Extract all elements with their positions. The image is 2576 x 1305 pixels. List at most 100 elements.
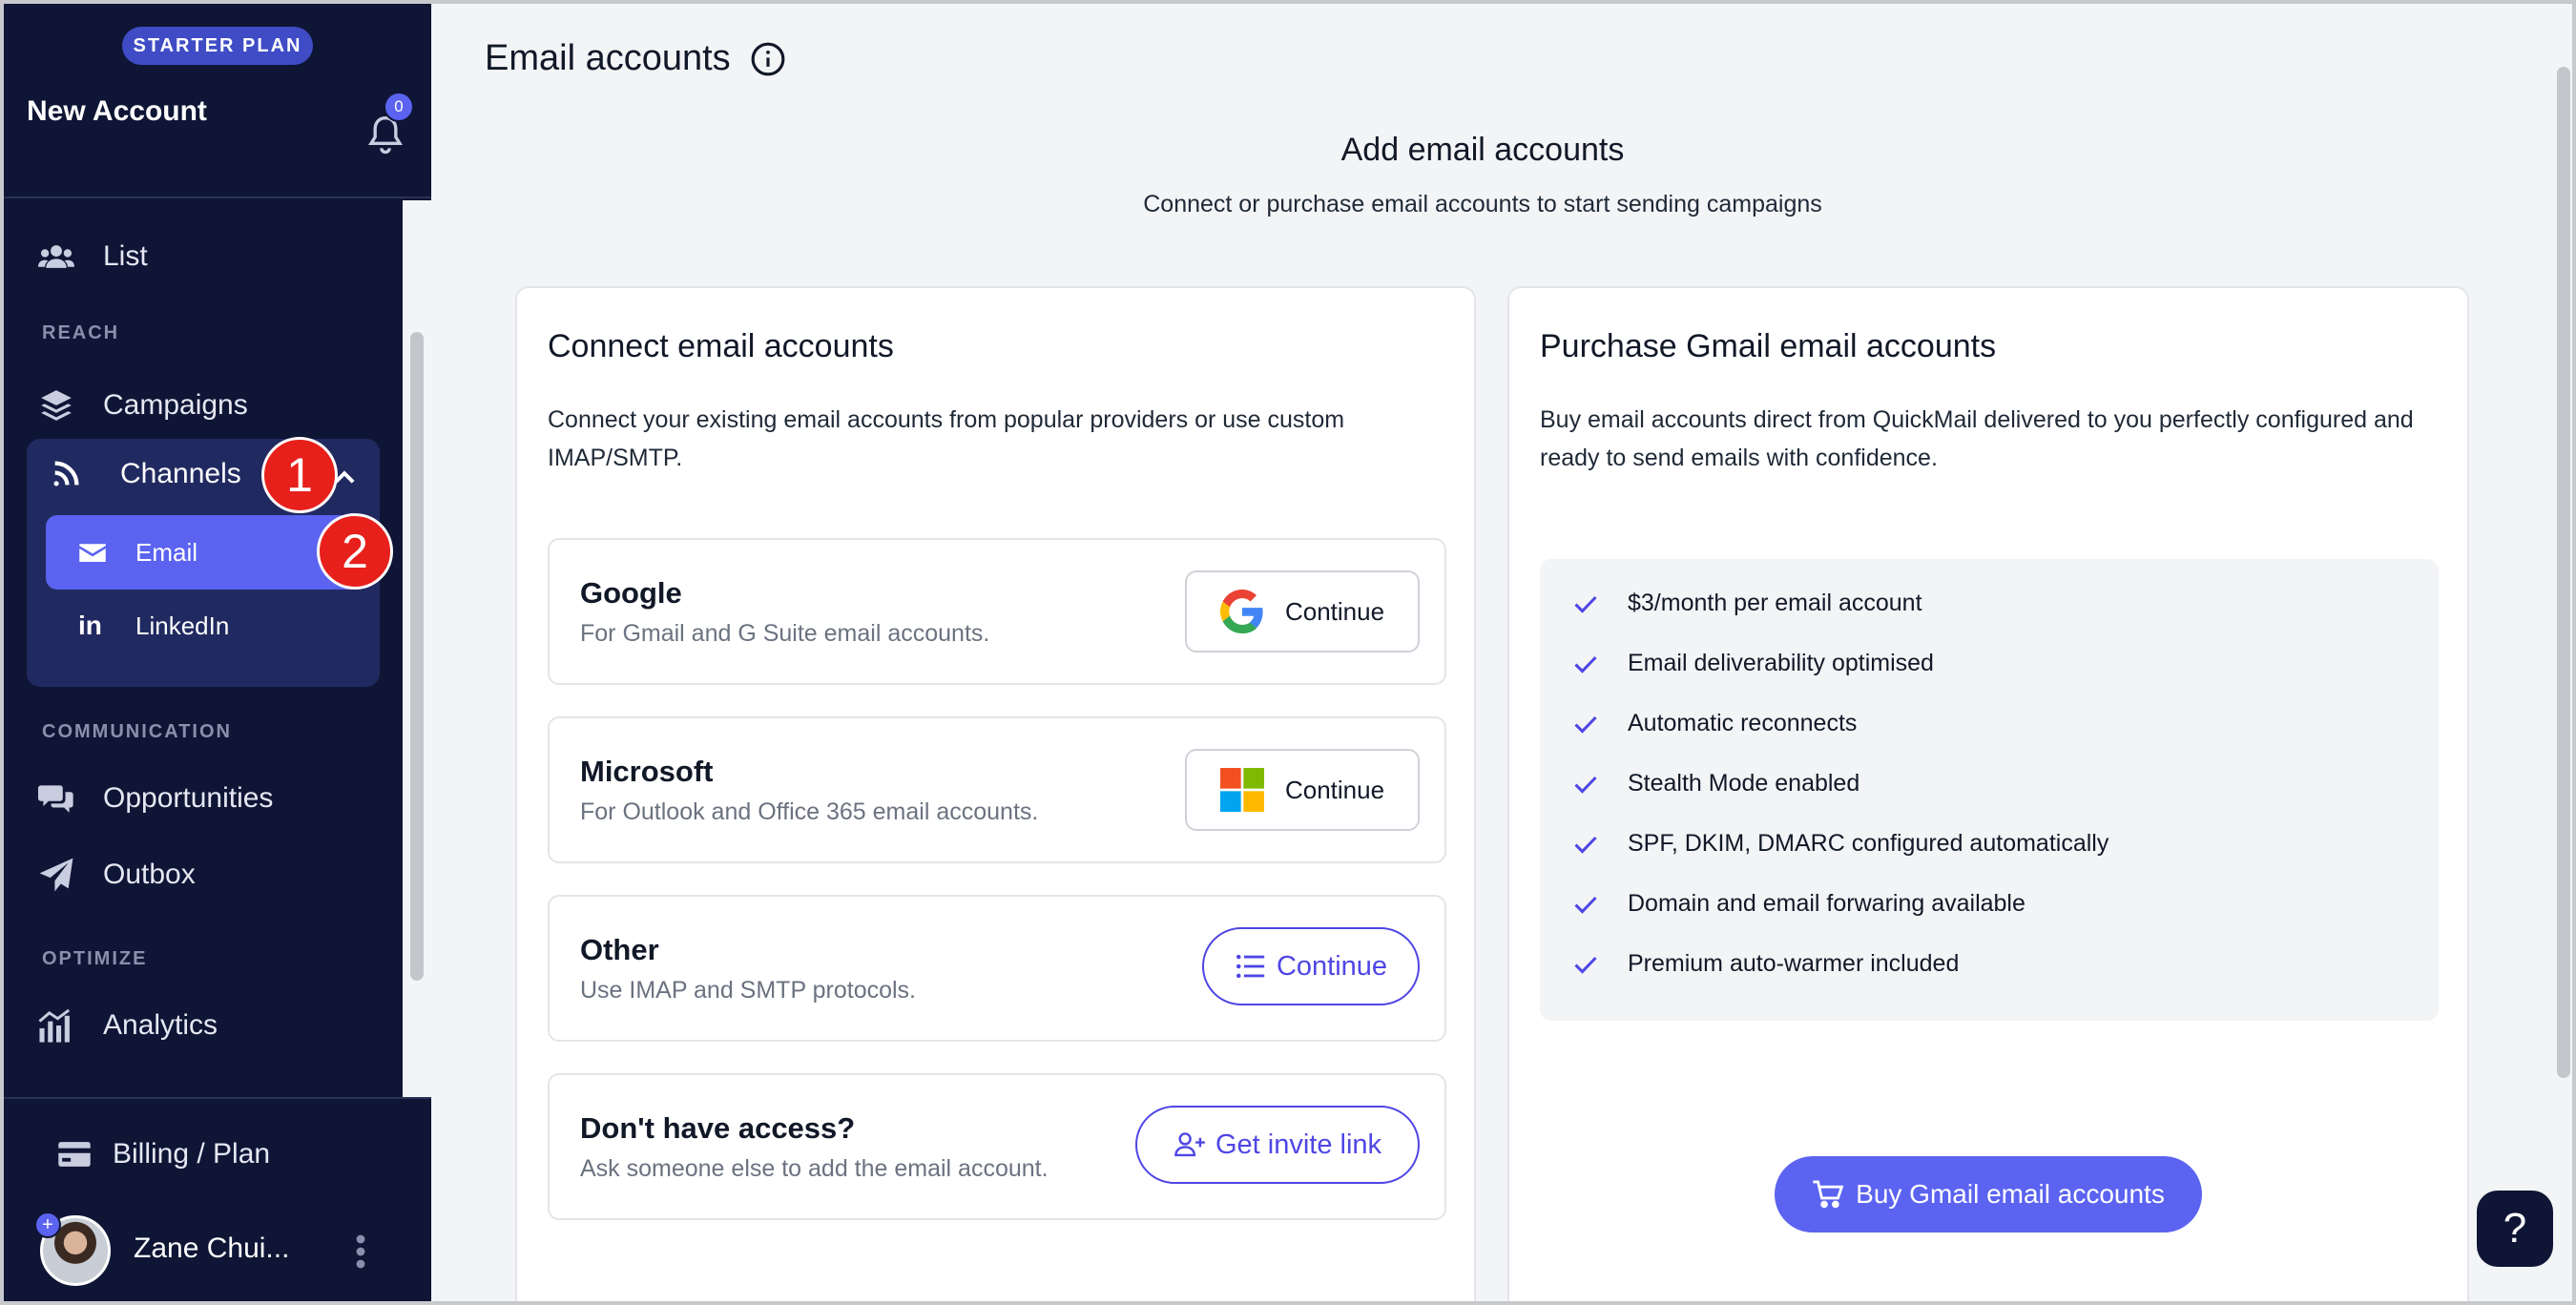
- section-label-reach: REACH: [42, 322, 120, 343]
- check-icon: [1574, 896, 1597, 914]
- notification-count-badge: 0: [384, 92, 414, 122]
- sidebar-item-label: Outbox: [103, 859, 196, 890]
- rss-icon: [53, 461, 79, 487]
- section-label-optimize: OPTIMIZE: [42, 948, 148, 969]
- hero-title: Add email accounts: [1340, 132, 1625, 168]
- provider-microsoft: Microsoft For Outlook and Office 365 ema…: [548, 716, 1446, 863]
- user-plus-icon: [1174, 1132, 1205, 1157]
- feature-text: Stealth Mode enabled: [1628, 770, 1860, 797]
- provider-description: Use IMAP and SMTP protocols.: [580, 977, 917, 1004]
- purchase-gmail-card: Purchase Gmail email accounts Buy email …: [1507, 286, 2469, 1305]
- button-label: Continue: [1284, 596, 1385, 626]
- sidebar-item-label: Analytics: [103, 1009, 218, 1041]
- sidebar-item-billing[interactable]: Billing / Plan: [57, 1137, 270, 1171]
- sidebar-item-label: Campaigns: [103, 389, 248, 421]
- provider-description: For Outlook and Office 365 email account…: [580, 798, 1039, 825]
- feature-text: Domain and email forwaring available: [1628, 890, 2025, 917]
- card-description: Connect your existing email accounts fro…: [548, 406, 1345, 471]
- button-label: Get invite link: [1215, 1129, 1382, 1160]
- sidebar-item-linkedin[interactable]: in LinkedIn: [78, 611, 229, 641]
- page-title-text: Email accounts: [485, 38, 731, 78]
- sidebar-item-label: LinkedIn: [135, 611, 230, 640]
- list-icon: [1236, 954, 1265, 979]
- google-continue-button[interactable]: Continue: [1185, 570, 1420, 652]
- section-label-communication: COMMUNICATION: [42, 721, 232, 742]
- provider-no-access: Don't have access? Ask someone else to a…: [548, 1073, 1446, 1220]
- get-invite-link-button[interactable]: Get invite link: [1135, 1106, 1420, 1184]
- provider-other: Other Use IMAP and SMTP protocols. Conti…: [548, 895, 1446, 1042]
- sidebar-item-opportunities[interactable]: Opportunities: [38, 780, 273, 817]
- page-title: Email accounts: [485, 38, 786, 79]
- envelope-icon: [79, 544, 106, 562]
- card-description: Buy email accounts direct from QuickMail…: [1540, 406, 2414, 471]
- sidebar-item-label: List: [103, 240, 148, 272]
- sidebar-item-analytics[interactable]: Analytics: [38, 1007, 218, 1044]
- step-annotation-2: 2: [317, 513, 393, 590]
- google-icon: [1219, 590, 1263, 633]
- sidebar-item-list[interactable]: List: [38, 238, 148, 275]
- sidebar-item-label: Email: [135, 537, 198, 567]
- feature-item: Premium auto-warmer included: [1572, 950, 1959, 978]
- provider-description: For Gmail and G Suite email accounts.: [580, 620, 990, 647]
- provider-name: Don't have access?: [580, 1111, 856, 1145]
- account-name[interactable]: New Account: [27, 95, 207, 128]
- feature-list: $3/month per email account Email deliver…: [1540, 559, 2439, 1021]
- chart-icon: [38, 1008, 71, 1043]
- check-icon: [1574, 836, 1597, 854]
- linkedin-icon: in: [78, 611, 102, 640]
- check-icon: [1574, 956, 1597, 974]
- buy-gmail-accounts-button[interactable]: Buy Gmail email accounts: [1775, 1156, 2202, 1232]
- kebab-menu-icon[interactable]: [355, 1234, 366, 1269]
- help-button[interactable]: ?: [2477, 1191, 2553, 1267]
- feature-text: Automatic reconnects: [1628, 710, 1858, 736]
- provider-name: Microsoft: [580, 755, 714, 788]
- avatar-plus-icon[interactable]: +: [34, 1212, 61, 1238]
- microsoft-icon: [1219, 768, 1264, 812]
- sidebar-item-channels[interactable]: Channels: [50, 458, 241, 490]
- feature-text: Email deliverability optimised: [1628, 650, 1934, 676]
- paper-plane-icon: [39, 858, 73, 892]
- layers-icon: [41, 390, 72, 421]
- button-label: Continue: [1284, 775, 1385, 804]
- feature-item: Email deliverability optimised: [1572, 650, 1934, 677]
- feature-item: Domain and email forwaring available: [1572, 890, 2025, 918]
- check-icon: [1574, 776, 1597, 794]
- users-icon: [38, 245, 74, 268]
- card-title: Connect email accounts: [548, 328, 894, 364]
- feature-text: $3/month per email account: [1628, 590, 1922, 616]
- feature-text: Premium auto-warmer included: [1628, 950, 1960, 977]
- page-scrollbar-thumb[interactable]: [2557, 67, 2570, 1078]
- step-annotation-1: 1: [261, 437, 338, 513]
- feature-text: SPF, DKIM, DMARC configured automaticall…: [1628, 830, 2109, 857]
- credit-card-icon: [58, 1142, 91, 1167]
- sidebar-item-campaigns[interactable]: Campaigns: [38, 387, 248, 424]
- check-icon: [1574, 655, 1597, 673]
- connect-email-card: Connect email accounts Connect your exis…: [515, 286, 1476, 1305]
- shopping-cart-icon: [1813, 1180, 1844, 1209]
- user-name[interactable]: Zane Chui...: [134, 1232, 289, 1265]
- hero-subtitle: Connect or purchase email accounts to st…: [1143, 191, 1822, 218]
- feature-item: $3/month per email account: [1572, 590, 1922, 617]
- sidebar-item-label: Billing / Plan: [113, 1138, 271, 1170]
- info-icon[interactable]: [750, 41, 786, 77]
- sidebar-footer: Billing / Plan + Zane Chui...: [0, 1097, 431, 1305]
- sidebar-item-outbox[interactable]: Outbox: [38, 857, 196, 893]
- feature-item: Stealth Mode enabled: [1572, 770, 1859, 798]
- provider-google: Google For Gmail and G Suite email accou…: [548, 538, 1446, 685]
- button-label: Continue: [1276, 950, 1388, 982]
- other-continue-button[interactable]: Continue: [1202, 927, 1420, 1005]
- feature-item: Automatic reconnects: [1572, 710, 1857, 737]
- provider-description: Ask someone else to add the email accoun…: [580, 1155, 1049, 1182]
- sidebar-scrollbar-thumb[interactable]: [410, 332, 424, 981]
- provider-name: Google: [580, 576, 682, 610]
- check-icon: [1574, 715, 1597, 734]
- check-icon: [1574, 595, 1597, 613]
- microsoft-continue-button[interactable]: Continue: [1185, 749, 1420, 831]
- sidebar-item-email[interactable]: Email: [46, 515, 361, 590]
- provider-name: Other: [580, 933, 659, 966]
- card-title: Purchase Gmail email accounts: [1540, 328, 1997, 364]
- button-label: Buy Gmail email accounts: [1856, 1179, 2165, 1209]
- feature-item: SPF, DKIM, DMARC configured automaticall…: [1572, 830, 2109, 858]
- plan-badge[interactable]: STARTER PLAN: [122, 27, 313, 65]
- chat-icon: [38, 785, 73, 813]
